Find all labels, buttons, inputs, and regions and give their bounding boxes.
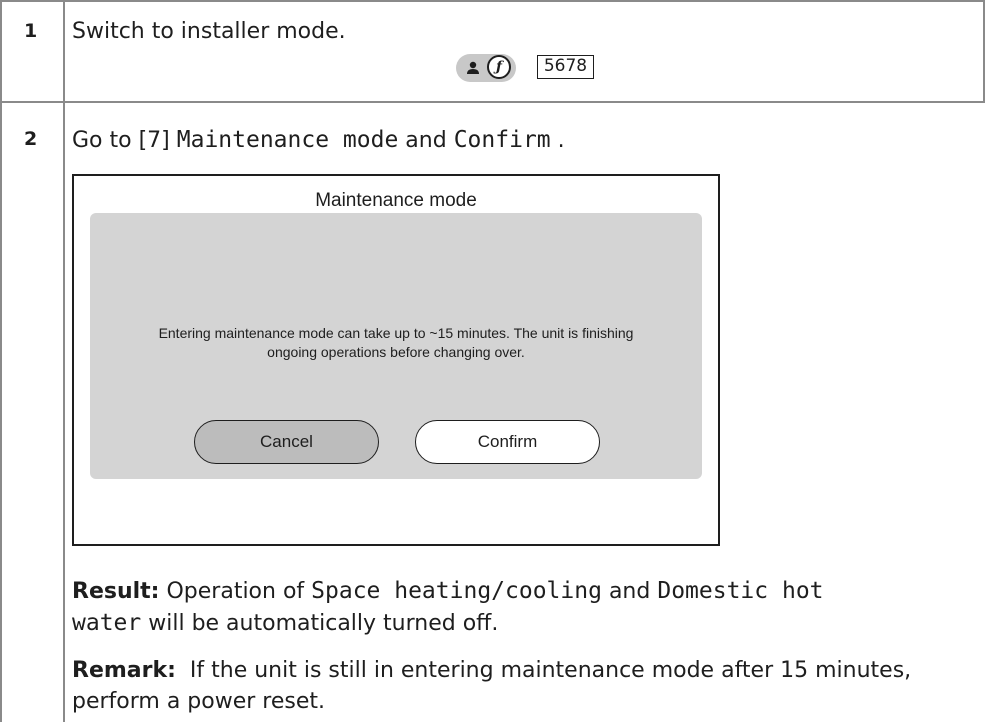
remark-text: If the unit is still in entering mainten… — [175, 658, 912, 683]
installer-mode-indicator: ƒ — [456, 53, 516, 83]
row-divider — [0, 101, 985, 103]
user-icon — [467, 61, 479, 74]
action-name: Confirm — [453, 127, 551, 153]
instruction-middle: and — [398, 128, 454, 153]
remark-text: perform a power reset. — [72, 689, 326, 714]
result-item: Space heating/cooling — [311, 578, 602, 604]
table-top-border — [0, 0, 985, 2]
table-left-border — [0, 0, 2, 722]
step-number: 1 — [24, 20, 38, 42]
cancel-button[interactable]: Cancel — [194, 420, 379, 464]
remark-line: Remark: If the unit is still in entering… — [72, 658, 911, 683]
remark-line: perform a power reset. — [72, 689, 325, 714]
result-item: water — [72, 610, 142, 636]
confirm-button[interactable]: Confirm — [415, 420, 600, 464]
instruction-suffix: . — [550, 128, 565, 153]
remark-label: Remark: — [72, 658, 176, 683]
step-text: Switch to installer mode. — [72, 19, 346, 44]
result-text: Operation of — [159, 579, 312, 604]
instruction-table: 1 Switch to installer mode. ƒ 5678 2 Go … — [0, 0, 985, 722]
controller-screen: Maintenance mode Entering maintenance mo… — [72, 174, 720, 546]
installer-code: 5678 — [537, 55, 594, 79]
result-text: will be automatically turned off. — [141, 611, 499, 636]
result-text: and — [601, 579, 658, 604]
menu-name: Maintenance mode — [176, 127, 399, 153]
wrench-icon: ƒ — [487, 55, 511, 79]
column-divider — [63, 0, 65, 722]
step-number: 2 — [24, 128, 38, 150]
dialog-message-line: Entering maintenance mode can take up to… — [158, 325, 634, 341]
dialog-message: Entering maintenance mode can take up to… — [110, 324, 682, 362]
dialog-message-line: ongoing operations before changing over. — [267, 344, 525, 360]
result-item: Domestic hot — [657, 578, 824, 604]
screen-title: Maintenance mode — [315, 190, 477, 211]
instruction-prefix: Go to [7] — [72, 128, 177, 153]
confirmation-dialog: Entering maintenance mode can take up to… — [90, 213, 702, 479]
step-instruction: Go to [7] Maintenance mode and Confirm . — [72, 127, 565, 153]
result-line: water will be automatically turned off. — [72, 610, 498, 636]
result-line: Result: Operation of Space heating/cooli… — [72, 578, 824, 604]
mode-toggle: ƒ — [456, 54, 516, 82]
result-label: Result: — [72, 579, 160, 604]
